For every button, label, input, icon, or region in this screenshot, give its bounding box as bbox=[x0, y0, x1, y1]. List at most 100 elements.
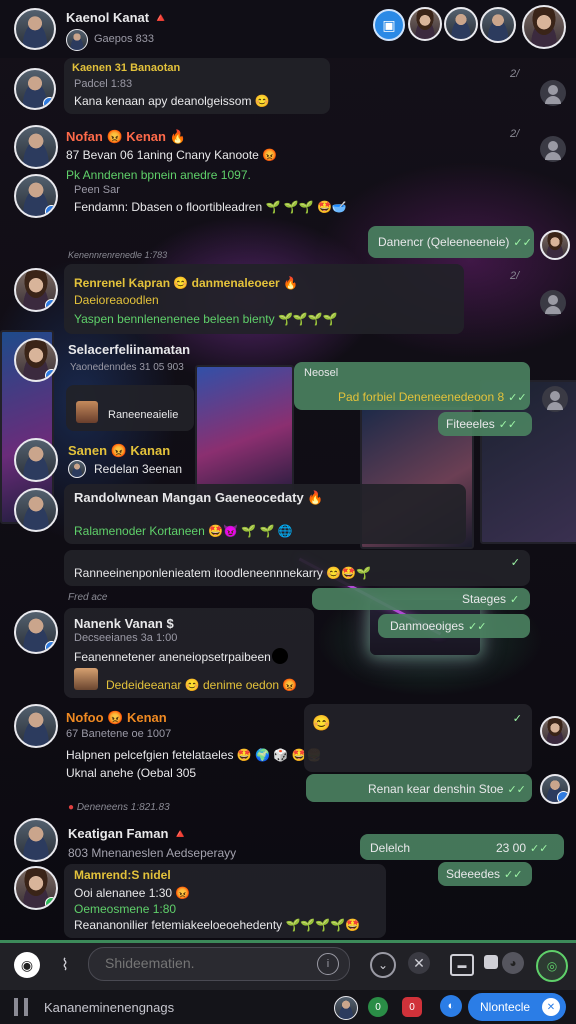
alert-icon[interactable]: 0 bbox=[402, 997, 422, 1017]
message-bubble[interactable]: Raneeneaielie bbox=[66, 385, 194, 431]
outgoing-message-bubble[interactable]: Danmoeoiges ✓✓ bbox=[378, 614, 530, 638]
sender-avatar[interactable] bbox=[14, 438, 58, 482]
message-bubble[interactable]: Renrenel Kapran 😊 danmenaleoeer 🔥 Daeior… bbox=[64, 264, 464, 334]
contact-pill-button[interactable]: Nlontecle ✕ bbox=[468, 993, 566, 1021]
message-time: 23 00 ✓✓ bbox=[496, 841, 549, 855]
sender-avatar[interactable] bbox=[14, 488, 58, 532]
outgoing-message-bubble[interactable]: Renan kear denshin Stoe ✓✓ bbox=[306, 774, 532, 802]
message-text: Ralamenoder Kortaneen 🤩😈 🌱 🌱 🌐 bbox=[74, 524, 293, 538]
read-check-icon: ✓ bbox=[512, 713, 522, 725]
my-avatar[interactable] bbox=[540, 716, 570, 746]
message-text: Uknal anehe (Oebal 305 bbox=[66, 766, 197, 780]
face-icon[interactable]: ◕ bbox=[502, 952, 524, 974]
read-check-icon: ✓✓ bbox=[504, 869, 523, 881]
member-avatar-4[interactable] bbox=[522, 5, 566, 49]
sender-name: Nofan 😡 Kenan 🔥 bbox=[66, 129, 186, 144]
outgoing-message-bubble[interactable]: 😊 ✓ bbox=[304, 704, 532, 772]
chat-header: Kaenol Kanat 🔺 Gaepos 833 ▣ bbox=[0, 0, 576, 58]
sticker-icon[interactable]: ✕ bbox=[408, 952, 430, 974]
outgoing-message-bubble[interactable]: Neosel Pad forbiel Deneneenedeoon 8 ✓✓ bbox=[294, 362, 530, 410]
member-avatar-2[interactable] bbox=[444, 7, 478, 41]
mute-icon[interactable]: ⌄ bbox=[370, 952, 396, 978]
outgoing-message-bubble[interactable]: Staeges ✓ bbox=[312, 588, 530, 610]
my-avatar[interactable] bbox=[540, 230, 570, 260]
message-text: Feanennetener aneneiopsetrpaibeen bbox=[74, 650, 271, 664]
user-placeholder-icon[interactable] bbox=[540, 290, 566, 316]
message-bubble[interactable]: Nanenk Vanan $ Decseeianes 3a 1:00 Feane… bbox=[64, 608, 314, 698]
message-bubble[interactable]: Ranneeinenponlenieatem itoodleneennnekar… bbox=[64, 550, 530, 586]
message-header: Neosel bbox=[304, 367, 339, 379]
chat-avatar[interactable] bbox=[14, 8, 56, 50]
settings-icon[interactable] bbox=[484, 955, 498, 969]
message-text: Halpnen pelcefgien fetelataeles 🤩 🌍 🎲 🤩🍔 bbox=[66, 748, 322, 762]
sender-avatar[interactable] bbox=[14, 125, 58, 169]
read-check-icon: ✓✓ bbox=[498, 419, 518, 431]
read-check-icon: ✓✓ bbox=[507, 784, 526, 796]
participant-avatar-small bbox=[66, 29, 88, 51]
message-time: 2/ bbox=[510, 128, 520, 140]
record-icon[interactable] bbox=[272, 648, 288, 664]
image-thumbnail[interactable] bbox=[76, 401, 98, 423]
sender-avatar[interactable] bbox=[14, 704, 58, 748]
gif-icon[interactable]: ▬ bbox=[450, 954, 474, 976]
my-avatar[interactable] bbox=[540, 774, 570, 804]
sender-avatar[interactable] bbox=[14, 268, 58, 312]
sender-name: Randolwnean Mangan Gaeneocedaty 🔥 bbox=[74, 490, 324, 505]
user-placeholder-icon[interactable] bbox=[542, 386, 568, 412]
message-input[interactable] bbox=[103, 954, 307, 972]
message-time: 2/ bbox=[510, 270, 520, 282]
outgoing-message-bubble[interactable]: Delelch 23 00 ✓✓ bbox=[360, 834, 564, 860]
message-input-wrapper: i bbox=[88, 947, 350, 981]
member-avatar-1[interactable] bbox=[408, 7, 442, 41]
member-avatar-3[interactable] bbox=[480, 7, 516, 43]
outgoing-message-bubble[interactable]: Danencr (Qeleeneeneie) ✓✓ bbox=[368, 226, 534, 258]
user-placeholder-icon[interactable] bbox=[540, 136, 566, 162]
message-bubble[interactable]: Mamrend:S nidel Ooi alenanee 1:30 😡 Oeme… bbox=[64, 864, 386, 938]
sender-avatar[interactable] bbox=[14, 866, 58, 910]
app-avatar[interactable] bbox=[334, 996, 358, 1020]
sender-name: Selacerfeliinamatan bbox=[68, 342, 191, 357]
pause-icon[interactable] bbox=[14, 998, 28, 1016]
message-text: Danencr (Qeleeneeneie) ✓✓ bbox=[378, 235, 532, 249]
message-bubble[interactable]: Randolwnean Mangan Gaeneocedaty 🔥 Ralame… bbox=[64, 484, 466, 544]
image-thumbnail[interactable] bbox=[74, 668, 98, 690]
close-icon[interactable]: ✕ bbox=[542, 998, 560, 1016]
sender-avatar[interactable] bbox=[14, 68, 56, 110]
info-icon[interactable]: ◐ bbox=[440, 995, 462, 1017]
message-text: Pk Anndenen bpnein anedre 1097. bbox=[66, 168, 251, 182]
message-text: Sdeeedes ✓✓ bbox=[446, 867, 523, 881]
message-text: Staeges ✓ bbox=[462, 592, 520, 606]
notification-icon[interactable]: 0 bbox=[368, 997, 388, 1017]
emoji-icon[interactable]: i bbox=[317, 953, 339, 975]
section-timestamp: ● Deneneens 1:821.83 bbox=[68, 802, 170, 813]
read-check-icon: ✓✓ bbox=[468, 621, 487, 633]
sender-avatar[interactable] bbox=[14, 338, 58, 382]
sender-avatar[interactable] bbox=[14, 610, 58, 654]
camera-icon[interactable]: ◉ bbox=[14, 952, 40, 978]
sender-avatar[interactable] bbox=[14, 818, 58, 862]
sender-avatar[interactable] bbox=[14, 174, 58, 218]
call-icon[interactable]: ▣ bbox=[373, 9, 405, 41]
sender-name: Nanenk Vanan $ bbox=[74, 616, 174, 631]
message-meta: 67 Banetene oe 1007 bbox=[66, 728, 172, 740]
message-emoji: 😊 bbox=[312, 715, 331, 732]
message-text: Renan kear denshin Stoe ✓✓ bbox=[368, 782, 526, 796]
message-meta: Yaonedenndes 31 05 903 bbox=[70, 362, 184, 373]
outgoing-message-bubble[interactable]: Fiteeeles ✓✓ bbox=[438, 412, 532, 436]
contact-pill-label: Nlontecle bbox=[480, 1000, 531, 1014]
sender-name: Kaenen 31 Banaotan bbox=[72, 62, 181, 74]
message-bubble[interactable]: Kaenen 31 Banaotan Padcel 1:83 Kana kena… bbox=[64, 58, 330, 114]
message-text: Yaspen bennlenenenee beleen bienty 🌱🌱🌱🌱 bbox=[74, 312, 338, 326]
message-time: 2/ bbox=[510, 68, 520, 80]
section-timestamp: Kenennrenrenedle 1:783 bbox=[68, 250, 168, 260]
outgoing-message-bubble[interactable]: Sdeeedes ✓✓ bbox=[438, 862, 532, 886]
chat-subtitle: Gaepos 833 bbox=[94, 33, 154, 45]
user-placeholder-icon[interactable] bbox=[540, 80, 566, 106]
message-text: Ranneeinenponlenieatem itoodleneennnekar… bbox=[74, 566, 372, 580]
send-icon[interactable]: ◎ bbox=[536, 950, 568, 982]
alert-dot-icon: ● bbox=[68, 802, 75, 813]
message-meta: 803 Mnenaneslen Aedseperayy bbox=[68, 846, 237, 860]
attach-icon[interactable]: ⌇ bbox=[52, 952, 78, 978]
message-text: Danmoeoiges ✓✓ bbox=[390, 619, 487, 633]
read-check-icon: ✓✓ bbox=[530, 843, 549, 855]
